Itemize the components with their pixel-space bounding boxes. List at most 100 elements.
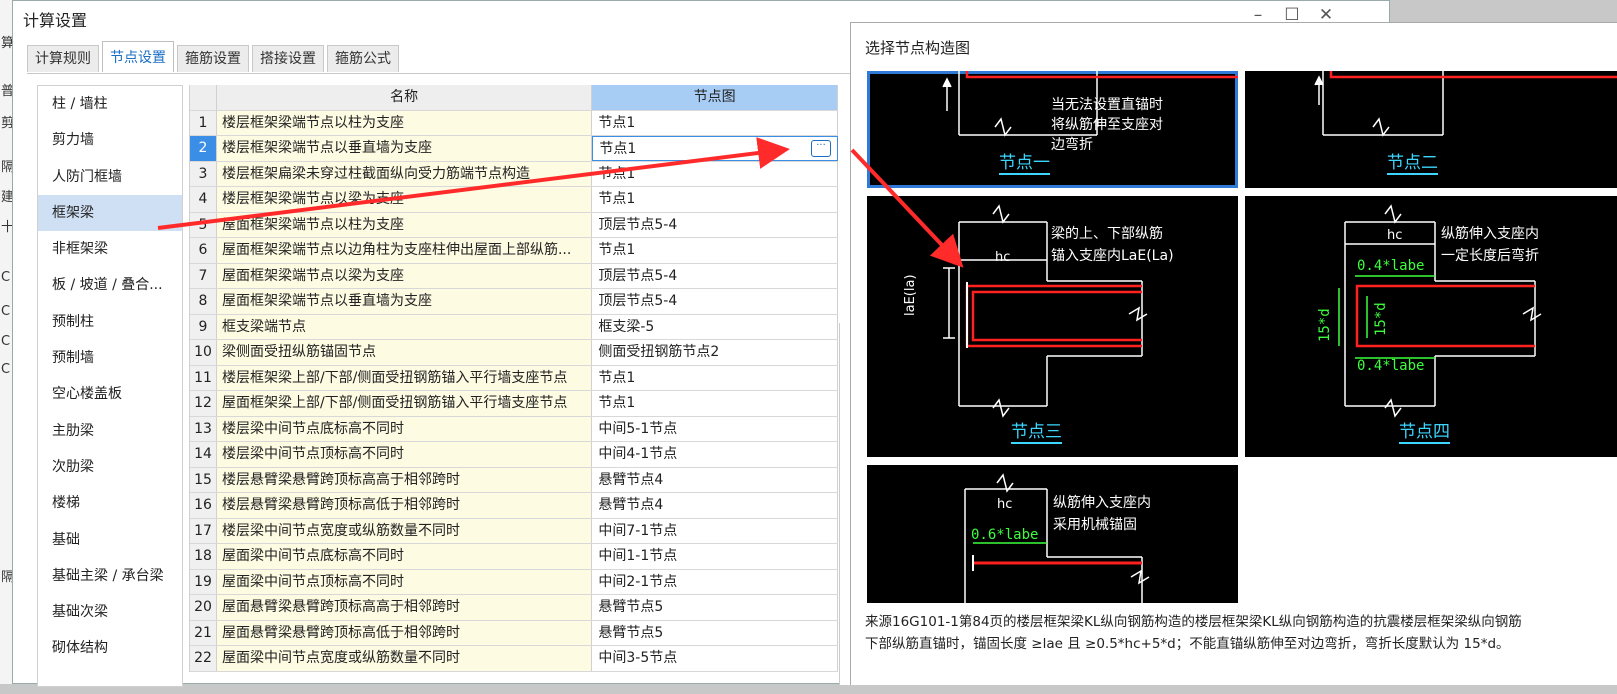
category-item[interactable]: 预制柱 bbox=[38, 304, 182, 340]
tab-stirrup-settings[interactable]: 箍筋设置 bbox=[177, 45, 249, 72]
row-node-value[interactable]: 节点1 bbox=[592, 238, 838, 263]
table-row[interactable]: 9 框支梁端节点 框支梁-5 bbox=[190, 314, 838, 340]
table-row[interactable]: 18 屋面梁中间节点底标高不同时 中间1-1节点 bbox=[190, 544, 838, 570]
tab-node-settings[interactable]: 节点设置 bbox=[102, 41, 174, 72]
row-name: 楼层框架梁上部/下部/侧面受扭钢筋锚入平行墙支座节点 bbox=[216, 365, 593, 390]
tab-lap-settings[interactable]: 搭接设置 bbox=[252, 45, 324, 72]
category-item[interactable]: 主肋梁 bbox=[38, 413, 182, 449]
category-item[interactable]: 砌体结构 bbox=[38, 630, 182, 666]
category-item[interactable]: 基础 bbox=[38, 522, 182, 558]
table-row[interactable]: 17 楼层梁中间节点宽度或纵筋数量不同时 中间7-1节点 bbox=[190, 518, 838, 544]
node-value-text: 中间7-1节点 bbox=[598, 522, 678, 539]
table-row[interactable]: 21 屋面悬臂梁悬臂跨顶标高低于相邻跨时 悬臂节点5 bbox=[190, 620, 838, 646]
row-number: 18 bbox=[190, 544, 217, 569]
node-picker-dialog: 选择节点构造图 当无法设置直锚时 将纵筋伸至支座对 边弯折 节点一 节点二 hc… bbox=[850, 22, 1617, 685]
node-option-2[interactable]: 节点二 bbox=[1245, 71, 1617, 188]
row-number: 11 bbox=[190, 365, 217, 390]
node-option-5[interactable]: hc 0.6*labe 纵筋伸入支座内 采用机械锚固 bbox=[867, 465, 1238, 603]
row-number: 5 bbox=[190, 212, 217, 237]
header-name: 名称 bbox=[216, 85, 593, 110]
table-row[interactable]: 22 屋面梁中间节点宽度或纵筋数量不同时 中间3-5节点 bbox=[190, 646, 838, 672]
row-node-value[interactable]: 节点1 bbox=[592, 391, 838, 416]
tab-calc-rules[interactable]: 计算规则 bbox=[27, 45, 99, 72]
node-value-text: 节点1 bbox=[598, 114, 636, 131]
row-node-value[interactable]: 悬臂节点4 bbox=[592, 493, 838, 518]
category-item[interactable]: 基础次梁 bbox=[38, 594, 182, 630]
row-node-value[interactable]: 中间2-1节点 bbox=[592, 569, 838, 594]
category-item[interactable]: 非框架梁 bbox=[38, 231, 182, 267]
row-node-value[interactable]: 中间5-1节点 bbox=[592, 416, 838, 441]
table-row[interactable]: 13 楼层梁中间节点底标高不同时 中间5-1节点 bbox=[190, 416, 838, 442]
table-row[interactable]: 16 楼层悬臂梁悬臂跨顶标高低于相邻跨时 悬臂节点4 bbox=[190, 493, 838, 519]
row-number: 22 bbox=[190, 646, 217, 671]
header-corner bbox=[190, 85, 217, 110]
table-row[interactable]: 7 屋面框架梁端节点以梁为支座 顶层节点5-4 bbox=[190, 263, 838, 289]
row-node-value[interactable]: 框支梁-5 bbox=[592, 314, 838, 339]
table-row[interactable]: 12 屋面框架梁上部/下部/侧面受扭钢筋锚入平行墙支座节点 节点1 bbox=[190, 391, 838, 417]
category-item-selected[interactable]: 框架梁 bbox=[38, 194, 182, 232]
category-list: 柱 / 墙柱 剪力墙 人防门框墙 框架梁 非框架梁 板 / 坡道 / 叠合...… bbox=[37, 85, 183, 687]
table-row[interactable]: 2 楼层框架梁端节点以垂直墙为支座 节点1 ··· bbox=[190, 136, 838, 162]
row-node-value[interactable]: 节点1 bbox=[592, 110, 838, 135]
node-note-line: 将纵筋伸至支座对 bbox=[1051, 117, 1163, 133]
node-value-text: 节点1 bbox=[598, 395, 636, 411]
row-node-value[interactable]: 中间7-1节点 bbox=[592, 518, 838, 543]
row-node-value[interactable]: 节点1 ··· bbox=[592, 136, 838, 161]
row-node-value[interactable]: 悬臂节点4 bbox=[592, 467, 838, 492]
dim-15d-inner: 15*d bbox=[1373, 302, 1389, 336]
dim-hc: hc bbox=[995, 250, 1011, 265]
row-node-value[interactable]: 侧面受扭钢筋节点2 bbox=[592, 340, 838, 365]
category-item[interactable]: 楼梯 bbox=[38, 485, 182, 521]
category-item[interactable]: 次肋梁 bbox=[38, 449, 182, 485]
table-row[interactable]: 8 屋面框架梁端节点以垂直墙为支座 顶层节点5-4 bbox=[190, 289, 838, 315]
node-value-text: 节点1 bbox=[598, 191, 636, 207]
node-note-line: 一定长度后弯折 bbox=[1441, 248, 1539, 264]
node-option-3[interactable]: hc laE(la) 梁的上、下部纵筋 锚入支座内LaE(La) 节点三 bbox=[867, 196, 1238, 457]
row-node-value[interactable]: 顶层节点5-4 bbox=[592, 212, 838, 237]
table-row[interactable]: 11 楼层框架梁上部/下部/侧面受扭钢筋锚入平行墙支座节点 节点1 bbox=[190, 365, 838, 391]
row-node-value[interactable]: 顶层节点5-4 bbox=[592, 289, 838, 314]
node-description: 来源16G101-1第84页的楼层框架梁KL纵向钢筋构造的楼层框架梁KL纵向钢筋… bbox=[865, 611, 1522, 655]
node-note-line: 梁的上、下部纵筋 bbox=[1051, 226, 1163, 242]
table-row[interactable]: 3 楼层框架扁梁未穿过柱截面纵向受力筋端节点构造 节点1 bbox=[190, 161, 838, 187]
row-node-value[interactable]: 悬臂节点5 bbox=[592, 620, 838, 645]
category-item[interactable]: 板 / 坡道 / 叠合... bbox=[38, 267, 182, 303]
dim-04-labe-top: 0.4*labe bbox=[1357, 258, 1425, 274]
table-row[interactable]: 20 屋面悬臂梁悬臂跨顶标高高于相邻跨时 悬臂节点5 bbox=[190, 595, 838, 621]
row-node-value[interactable]: 中间4-1节点 bbox=[592, 442, 838, 467]
row-node-value[interactable]: 中间1-1节点 bbox=[592, 544, 838, 569]
node-value-text: 悬臂节点4 bbox=[598, 471, 664, 488]
row-name: 楼层框架扁梁未穿过柱截面纵向受力筋端节点构造 bbox=[216, 161, 593, 186]
table-row[interactable]: 14 楼层梁中间节点顶标高不同时 中间4-1节点 bbox=[190, 442, 838, 468]
row-node-value[interactable]: 节点1 bbox=[592, 365, 838, 390]
row-node-value[interactable]: 中间3-5节点 bbox=[592, 646, 838, 671]
row-name: 屋面框架梁端节点以梁为支座 bbox=[216, 263, 593, 288]
category-item[interactable]: 空心楼盖板 bbox=[38, 376, 182, 412]
table-row[interactable]: 1 楼层框架梁端节点以柱为支座 节点1 bbox=[190, 110, 838, 136]
table-row[interactable]: 6 屋面框架梁端节点以边角柱为支座柱伸出屋面上部纵筋... 节点1 bbox=[190, 238, 838, 264]
tab-stirrup-formula[interactable]: 箍筋公式 bbox=[327, 45, 399, 72]
table-row[interactable]: 5 屋面框架梁端节点以柱为支座 顶层节点5-4 bbox=[190, 212, 838, 238]
node-value-text: 节点1 bbox=[598, 369, 636, 386]
row-name: 屋面框架梁上部/下部/侧面受扭钢筋锚入平行墙支座节点 bbox=[216, 391, 593, 416]
node-option-1[interactable]: 当无法设置直锚时 将纵筋伸至支座对 边弯折 节点一 bbox=[867, 71, 1238, 188]
node-settings-table: 名称 节点图 1 楼层框架梁端节点以柱为支座 节点1 2 楼层框架梁端节点以垂直墙为支座… bbox=[189, 85, 838, 672]
category-item[interactable]: 基础主梁 / 承台梁 bbox=[38, 558, 182, 594]
category-item[interactable]: 预制墙 bbox=[38, 340, 182, 376]
table-row[interactable]: 4 楼层框架梁端节点以梁为支座 节点1 bbox=[190, 187, 838, 213]
ellipsis-button[interactable]: ··· bbox=[811, 140, 831, 157]
row-node-value[interactable]: 顶层节点5-4 bbox=[592, 263, 838, 288]
node-label: 节点三 bbox=[1011, 422, 1062, 444]
category-item[interactable]: 柱 / 墙柱 bbox=[38, 86, 182, 122]
row-node-value[interactable]: 悬臂节点5 bbox=[592, 595, 838, 620]
row-node-value[interactable]: 节点1 bbox=[592, 187, 838, 212]
node-option-4[interactable]: hc 0.4*labe 0.4*labe 15*d 15*d 纵筋伸入支座内 一… bbox=[1245, 196, 1617, 457]
table-row[interactable]: 19 屋面梁中间节点顶标高不同时 中间2-1节点 bbox=[190, 569, 838, 595]
category-item[interactable]: 剪力墙 bbox=[38, 122, 182, 158]
table-row[interactable]: 10 梁侧面受扭纵筋锚固节点 侧面受扭钢筋节点2 bbox=[190, 340, 838, 366]
table-row[interactable]: 15 楼层悬臂梁悬臂跨顶标高高于相邻跨时 悬臂节点4 bbox=[190, 467, 838, 493]
row-node-value[interactable]: 节点1 bbox=[592, 161, 838, 186]
row-name: 屋面梁中间节点底标高不同时 bbox=[216, 544, 593, 569]
category-item[interactable]: 人防门框墙 bbox=[38, 159, 182, 195]
bg-fragment: C bbox=[1, 362, 11, 377]
